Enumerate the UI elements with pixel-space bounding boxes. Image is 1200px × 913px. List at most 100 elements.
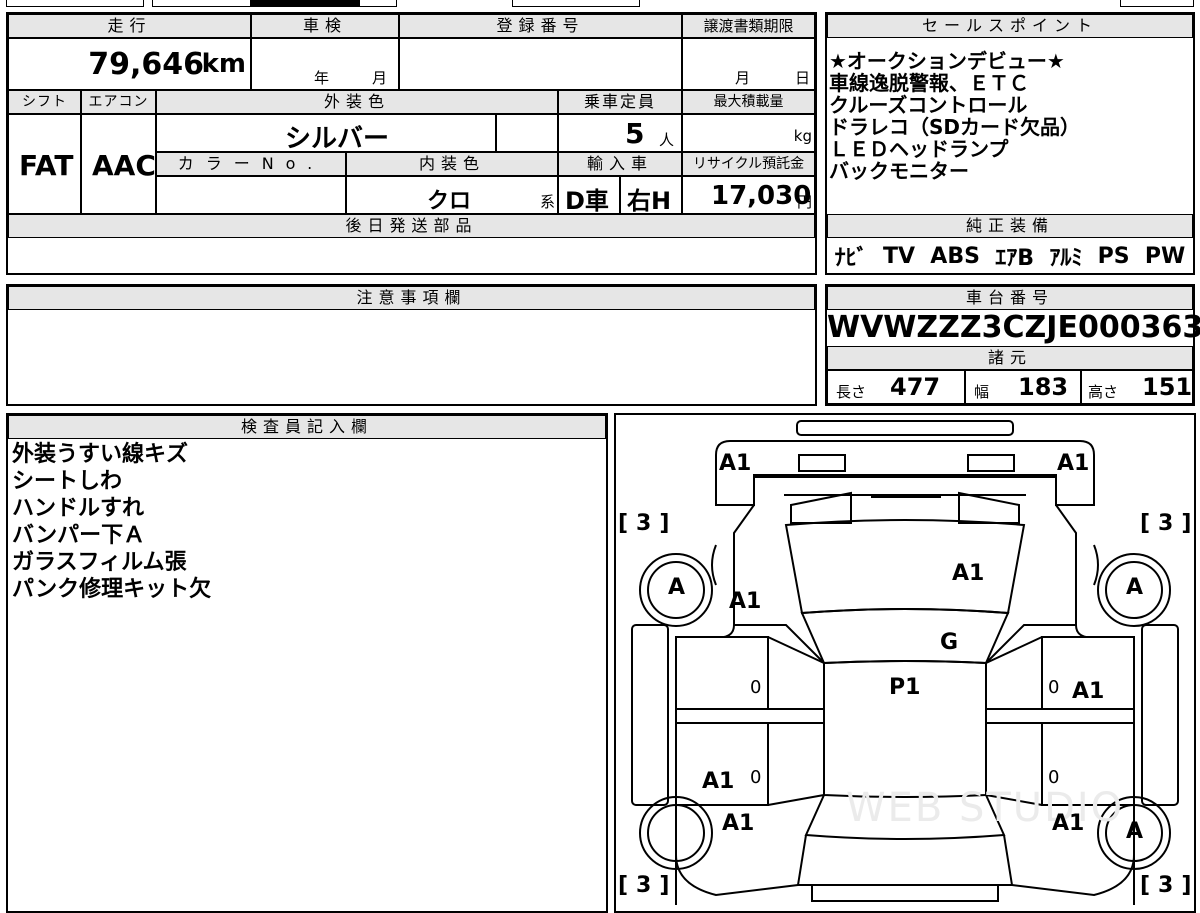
mileage-label: 走行 — [8, 14, 251, 38]
spec-width-cell: 幅 183 — [965, 370, 1081, 404]
recycle-cell: 17,030 円 — [682, 176, 815, 214]
shift-cell: FAT — [8, 114, 81, 214]
max-load-label: 最大積載量 — [682, 90, 815, 114]
spec-length-label: 長さ — [836, 383, 867, 401]
inspection-month-unit: 月 — [372, 69, 388, 87]
factory-equipment-list: ﾅﾋﾞ TV ABS ｴｱB ｱﾙﾐ PS PW — [827, 240, 1193, 272]
inspector-note-line: ハンドルすれ — [12, 496, 145, 521]
transfer-day-unit: 日 — [795, 69, 811, 87]
exterior-color-value: シルバー — [285, 124, 390, 154]
aircon-value: AAC — [92, 149, 156, 182]
equipment-item: ABS — [930, 243, 980, 269]
spec-height-value: 151 — [1142, 373, 1193, 401]
interior-color-label: 内装色 — [346, 152, 558, 176]
max-load-cell: kg — [682, 114, 815, 152]
inspector-notes-label: 検査員記入欄 — [8, 415, 606, 439]
later-parts-label: 後日発送部品 — [8, 214, 815, 238]
mark-bracket-front-right: [3] — [1140, 511, 1200, 536]
specs-label: 諸元 — [827, 346, 1193, 370]
mark-rear-right-lower: A1 — [1052, 811, 1085, 836]
spec-length-value: 477 — [890, 373, 941, 401]
steering-value: 右H — [627, 187, 672, 215]
import-type-cell: D車 — [558, 176, 620, 215]
spec-width-value: 183 — [1018, 373, 1069, 401]
registration-cell — [399, 38, 682, 90]
inspector-note-line: ガラスフィルム張 — [12, 550, 187, 575]
transfer-month-unit: 月 — [735, 69, 751, 87]
mark-rear-left-lower: A1 — [722, 811, 755, 836]
mark-windshield: G — [940, 630, 959, 655]
inspector-note-line: シートしわ — [12, 469, 123, 494]
color-no-cell — [156, 176, 346, 214]
mark-bracket-rear-left: [3] — [618, 873, 678, 898]
equipment-item: PS — [1097, 243, 1130, 269]
mark-tire-rear-right: A — [1126, 819, 1144, 844]
inspection-cell: 年 月 — [251, 38, 399, 90]
aircon-cell: AAC — [81, 114, 156, 214]
equipment-item: ﾅﾋﾞ — [834, 246, 868, 271]
spec-length-cell: 長さ 477 — [827, 370, 965, 404]
capacity-value: 5 — [625, 117, 645, 150]
sales-point-line: 車線逸脱警報、ＥＴＣ — [829, 71, 1029, 95]
factory-equipment-label: 純正装備 — [827, 214, 1193, 238]
mark-bracket-rear-right: [3] — [1140, 873, 1200, 898]
transfer-deadline-label: 譲渡書類期限 — [682, 14, 815, 38]
mark-roof: P1 — [889, 675, 921, 700]
spec-width-label: 幅 — [974, 383, 990, 401]
sales-points-label: セールスポイント — [827, 14, 1193, 38]
exterior-color-label: 外装色 — [156, 90, 558, 114]
mark-door-front-left: 0 — [750, 677, 762, 698]
inspection-year-unit: 年 — [314, 69, 330, 87]
equipment-item: TV — [882, 243, 915, 269]
equipment-item: ｱﾙﾐ — [1049, 246, 1083, 271]
import-type-value: D車 — [565, 187, 609, 215]
car-diagram: WEB STUDIO A1 A1 [3] [3] A A A1 A1 G P1 … — [614, 413, 1196, 913]
inspector-note-line: 外装うすい線キズ — [12, 442, 189, 467]
sales-point-line: ★オークションデビュー★ — [829, 49, 1065, 73]
mark-bracket-front-left: [3] — [618, 511, 678, 536]
inspection-label: 車検 — [251, 14, 399, 38]
top-strip — [0, 0, 1200, 8]
interior-color-value: クロ — [427, 189, 472, 214]
sales-point-line: クルーズコントロール — [829, 93, 1028, 117]
sales-point-line: ドラレコ（SDカード欠品） — [829, 115, 1081, 139]
mark-rear-left-upper: A1 — [702, 769, 735, 794]
interior-color-cell: クロ 系 — [346, 176, 558, 214]
caution-box: 注意事項欄 — [6, 284, 817, 406]
aircon-label: エアコン — [81, 90, 156, 114]
interior-color-suffix: 系 — [539, 193, 555, 211]
capacity-label: 乗車定員 — [558, 90, 682, 114]
equipment-item: ｴｱB — [995, 246, 1035, 271]
exterior-color-cell: シルバー — [156, 114, 496, 154]
exterior-color-extra-cell — [496, 114, 558, 152]
spec-height-label: 高さ — [1088, 383, 1119, 401]
caution-label: 注意事項欄 — [8, 286, 815, 310]
mark-tire-front-left: A — [668, 575, 686, 600]
import-label: 輸入車 — [558, 152, 682, 176]
chassis-number: WVWZZZ3CZJE000363 — [827, 310, 1200, 345]
transfer-deadline-cell: 月 日 — [682, 38, 815, 90]
mileage-value: 79,646 — [88, 47, 204, 82]
inspector-notes-list: 外装うすい線キズ シートしわ ハンドルすれ バンパー下Ａ ガラスフィルム張 パン… — [12, 441, 211, 603]
capacity-cell: 5 人 — [558, 114, 682, 152]
chassis-label: 車台番号 — [827, 286, 1193, 310]
steering-cell: 右H — [620, 176, 682, 215]
recycle-unit: 円 — [796, 193, 812, 211]
mark-tire-front-right: A — [1126, 575, 1144, 600]
mark-door-front-right: 0 — [1048, 677, 1060, 698]
spec-height-cell: 高さ 151 — [1081, 370, 1193, 404]
recycle-label: リサイクル預託金 — [682, 152, 815, 176]
color-no-label: カラーNo. — [156, 152, 346, 176]
mark-front-right: A1 — [1057, 451, 1090, 476]
inspector-notes-box: 検査員記入欄 外装うすい線キズ シートしわ ハンドルすれ バンパー下Ａ ガラスフ… — [6, 413, 608, 913]
later-parts-value — [8, 238, 815, 273]
mark-fender-left: A1 — [729, 589, 762, 614]
mark-front-left: A1 — [719, 451, 752, 476]
inspector-note-line: パンク修理キット欠 — [12, 577, 212, 602]
mark-door-right: A1 — [1072, 679, 1105, 704]
max-load-unit: kg — [793, 127, 812, 145]
mark-door-rear-right: 0 — [1048, 767, 1060, 788]
sales-point-line: バックモニター — [829, 159, 969, 183]
shift-value: FAT — [19, 149, 74, 182]
sales-points-box: セールスポイント ★オークションデビュー★ 車線逸脱警報、ＥＴＣ クルーズコント… — [825, 12, 1195, 275]
